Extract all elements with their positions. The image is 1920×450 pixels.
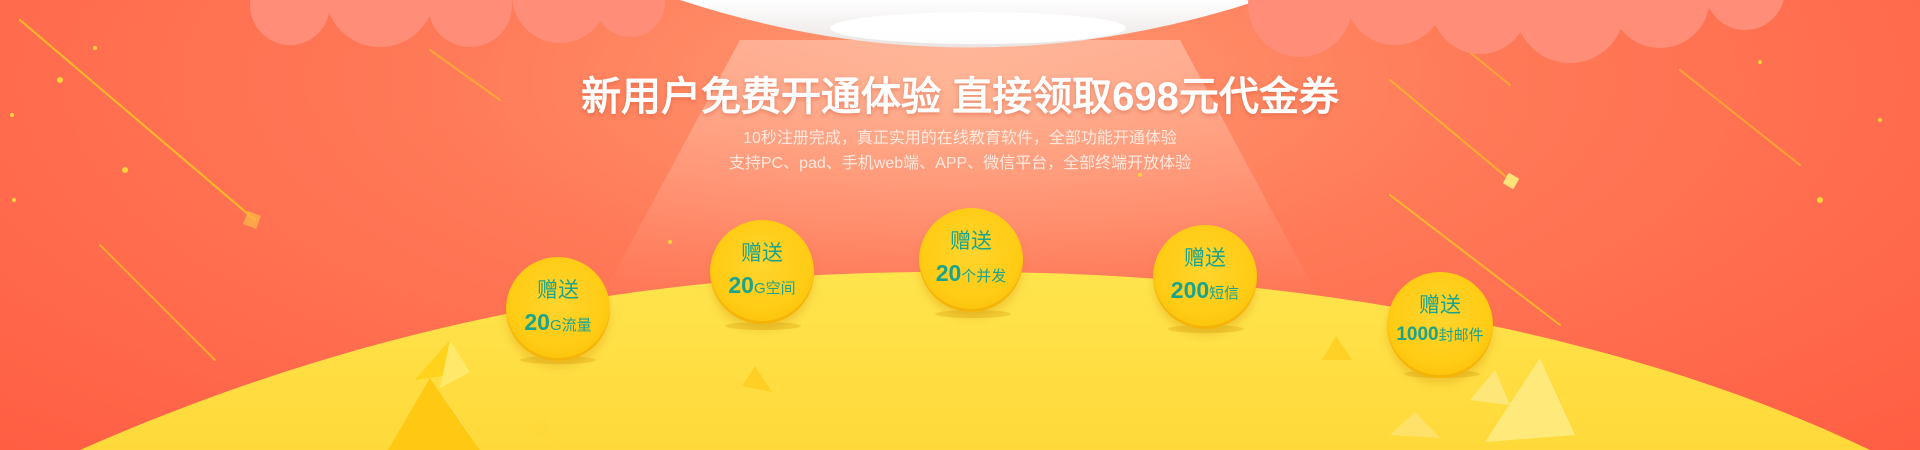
gift-label: 赠送 [1184,247,1226,270]
gift-unit: G流量 [549,317,592,334]
gift-value: 1000封邮件 [1387,324,1493,346]
gift-value: 20G空间 [710,272,814,299]
page-title: 新用户免费开通体验 直接领取698元代金券 [581,75,1339,119]
gift-label: 赠送 [537,279,579,302]
gift-number: 20 [935,260,962,286]
gift-value: 200短信 [1153,277,1257,304]
lamp-glow [830,12,1126,44]
gift-number: 1000 [1396,324,1439,345]
gift-unit: 个并发 [961,268,1007,285]
subtitle-line-1: 10秒注册完成，真正实用的在线教育软件，全部功能开通体验 [743,130,1177,147]
gift-coin-email: 赠送 1000封邮件 [1387,272,1493,378]
gift-label: 赠送 [1419,294,1461,317]
gift-unit: 封邮件 [1438,327,1484,344]
subtitle-line-2: 支持PC、pad、手机web端、APP、微信平台，全部终端开放体验 [728,155,1192,172]
gift-coin-sms: 赠送 200短信 [1153,225,1257,329]
gift-value: 20G流量 [506,309,610,336]
gift-label: 赠送 [950,230,992,253]
gift-label: 赠送 [741,242,783,265]
gift-unit: 短信 [1209,285,1240,302]
cloud-left [250,0,665,47]
gift-value: 20个并发 [919,260,1023,287]
cloud-right [1248,0,1784,63]
gift-number: 200 [1170,277,1210,303]
gift-number: 20 [524,309,550,335]
gift-coin-concurrency: 赠送 20个并发 [919,208,1023,312]
gift-number: 20 [728,272,754,298]
gift-coin-traffic: 赠送 20G流量 [506,257,610,361]
sparkle-cube [243,211,261,229]
promo-banner[interactable]: 新用户免费开通体验 直接领取698元代金券 10秒注册完成，真正实用的在线教育软… [0,0,1920,450]
gift-unit: G空间 [753,280,796,297]
gift-coin-storage: 赠送 20G空间 [710,220,814,324]
